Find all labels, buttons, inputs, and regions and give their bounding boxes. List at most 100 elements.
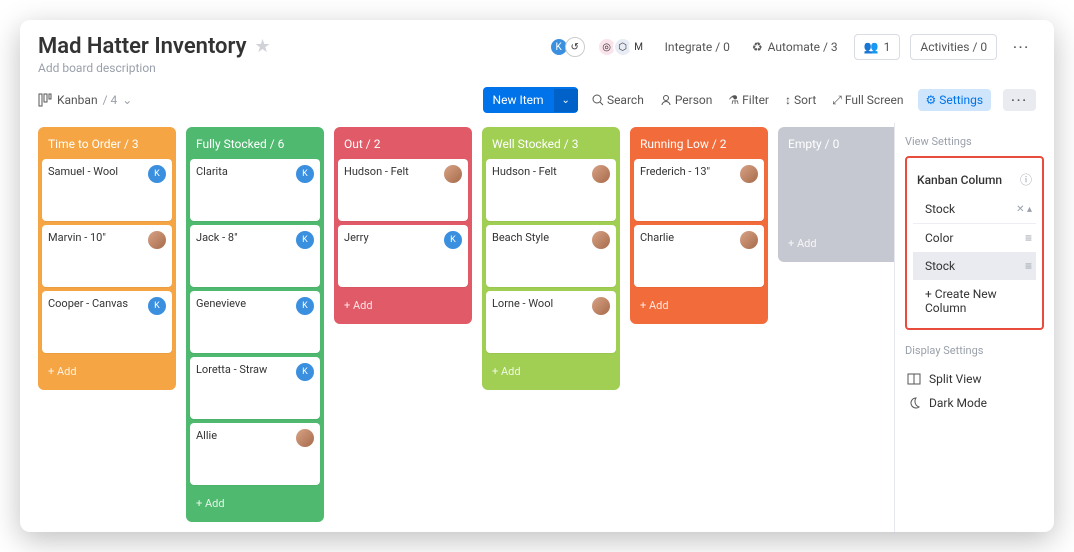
option-label: Color (925, 231, 953, 245)
board-description-placeholder[interactable]: Add board description (38, 61, 271, 75)
column-type-icon: ≡ (1025, 259, 1032, 273)
add-card-button[interactable]: + Add (782, 229, 894, 258)
avatar[interactable] (592, 231, 610, 249)
person-icon (660, 94, 672, 106)
kanban-card[interactable]: ClaritaK (190, 159, 320, 221)
card-title: Hudson - Felt (492, 165, 557, 178)
avatar[interactable] (592, 165, 610, 183)
card-title: Samuel - Wool (48, 165, 118, 178)
star-icon[interactable]: ★ (255, 36, 271, 57)
add-card-button[interactable]: + Add (42, 357, 172, 386)
kanban-card[interactable]: Genevieve K (190, 291, 320, 353)
more-menu-button[interactable]: ··· (1007, 36, 1036, 58)
kanban-card[interactable]: Lorne - Wool (486, 291, 616, 353)
column-header[interactable]: Well Stocked / 3 (486, 131, 616, 155)
column-header[interactable]: Fully Stocked / 6 (190, 131, 320, 155)
sort-label: Sort (794, 93, 816, 107)
clear-and-expand-icons[interactable]: ✕ ▴ (1016, 204, 1032, 215)
column-header[interactable]: Time to Order / 3 (42, 131, 172, 155)
kanban-card[interactable]: Hudson - Felt (338, 159, 468, 221)
filter-button[interactable]: ⚗ Filter (726, 89, 771, 111)
kanban-column-option[interactable]: Stock≡ (913, 252, 1036, 280)
card-title: Charlie (640, 231, 674, 244)
kanban-card[interactable]: Cooper - CanvasK (42, 291, 172, 353)
card-title: Lorne - Wool (492, 297, 553, 310)
kanban-card[interactable]: Frederich - 13" (634, 159, 764, 221)
kanban-column-selected-value: Stock (925, 202, 955, 216)
avatar[interactable] (592, 297, 610, 315)
members-button[interactable]: 👥 1 (854, 34, 901, 60)
card-title: Genevieve (196, 297, 246, 310)
search-label: Search (607, 93, 644, 107)
integrate-button[interactable]: Integrate / 0 (659, 36, 736, 58)
person-label: Person (675, 93, 713, 107)
avatar[interactable]: K (296, 231, 314, 249)
add-card-button[interactable]: + Add (486, 357, 616, 386)
avatar[interactable]: K (296, 363, 314, 381)
avatar[interactable]: K (444, 231, 462, 249)
board-title[interactable]: Mad Hatter Inventory (38, 34, 247, 59)
integration-icons-2: ◎ ⬡ M (601, 37, 649, 57)
card-title: Loretta - Straw (196, 363, 267, 376)
filter-label: Filter (742, 93, 769, 107)
automate-button[interactable]: ♻ Automate / 3 (746, 36, 844, 58)
kanban-card[interactable]: Hudson - Felt (486, 159, 616, 221)
kanban-card[interactable]: Allie (190, 423, 320, 485)
fullscreen-button[interactable]: ⤢ Full Screen (830, 89, 905, 112)
gear-icon: ⚙ (926, 93, 937, 107)
kanban-column-selected[interactable]: Stock ✕ ▴ (913, 195, 1036, 223)
split-view-toggle[interactable]: Split View (905, 367, 1044, 391)
view-settings-heading: View Settings (905, 135, 1044, 148)
avatar[interactable]: K (296, 297, 314, 315)
kanban-card[interactable]: Jerry K (338, 225, 468, 287)
automate-label: Automate / 3 (768, 40, 838, 54)
kanban-card[interactable]: Beach Style (486, 225, 616, 287)
kanban-column: Running Low / 2 Frederich - 13" Charlie + A… (630, 127, 768, 324)
filter-icon: ⚗ (728, 93, 739, 107)
avatar[interactable] (296, 429, 314, 447)
kanban-card[interactable]: Samuel - Wool K (42, 159, 172, 221)
activities-button[interactable]: Activities / 0 (910, 34, 997, 60)
kanban-column-option[interactable]: Color≡ (913, 224, 1036, 252)
view-name: Kanban (57, 93, 98, 107)
new-item-dropdown[interactable]: ⌄ (554, 89, 578, 112)
avatar[interactable] (740, 165, 758, 183)
column-header[interactable]: Empty / 0 (782, 131, 894, 155)
kanban-card[interactable]: Marvin - 10" (42, 225, 172, 287)
add-card-button[interactable]: + Add (190, 489, 320, 518)
view-tab-kanban[interactable]: Kanban / 4 ⌄ (38, 93, 132, 107)
card-title: Beach Style (492, 231, 549, 244)
kanban-column-panel: Kanban Column ⓘ Stock ✕ ▴ Color≡Stock≡ +… (905, 156, 1044, 330)
sort-icon: ↕ (785, 93, 791, 107)
split-view-label: Split View (929, 372, 982, 386)
card-title: Jerry (344, 231, 369, 244)
person-button[interactable]: Person (658, 89, 715, 111)
view-count: / 4 (103, 93, 118, 107)
kanban-card[interactable]: Charlie (634, 225, 764, 287)
toolbar-more-button[interactable]: ··· (1003, 89, 1036, 111)
create-new-column-button[interactable]: + Create New Column (913, 280, 1036, 322)
search-icon (592, 94, 604, 106)
avatar[interactable]: K (296, 165, 314, 183)
integration-icons: K ↺ (553, 37, 585, 57)
column-header[interactable]: Out / 2 (338, 131, 468, 155)
avatar[interactable]: K (148, 165, 166, 183)
avatar[interactable] (740, 231, 758, 249)
members-count: 1 (884, 40, 891, 54)
column-header[interactable]: Running Low / 2 (634, 131, 764, 155)
search-button[interactable]: Search (590, 89, 646, 111)
kanban-card[interactable]: Loretta - Straw K (190, 357, 320, 419)
add-card-button[interactable]: + Add (634, 291, 764, 320)
new-item-button[interactable]: New Item ⌄ (483, 87, 578, 113)
sort-button[interactable]: ↕ Sort (783, 89, 818, 111)
kanban-card[interactable]: Jack - 8"K (190, 225, 320, 287)
avatar[interactable] (444, 165, 462, 183)
dark-mode-toggle[interactable]: Dark Mode (905, 391, 1044, 415)
settings-button[interactable]: ⚙ Settings (918, 89, 992, 111)
avatar[interactable] (148, 231, 166, 249)
add-card-button[interactable]: + Add (338, 291, 468, 320)
kanban-icon (38, 93, 52, 107)
info-icon[interactable]: ⓘ (1020, 171, 1032, 188)
avatar[interactable]: K (148, 297, 166, 315)
display-settings-heading: Display Settings (905, 344, 1044, 357)
